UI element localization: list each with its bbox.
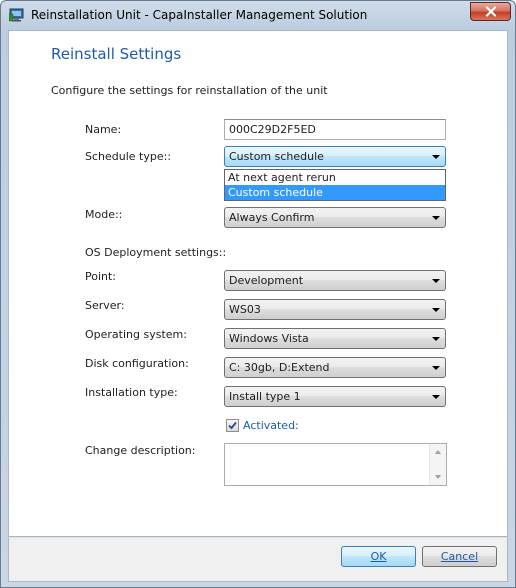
change-description-textarea[interactable]	[224, 443, 447, 486]
chevron-down-icon	[432, 155, 440, 159]
operating-system-value: Windows Vista	[229, 332, 309, 345]
title-bar[interactable]: Reinstallation Unit - CapaInstaller Mana…	[1, 1, 515, 29]
computer-icon	[9, 8, 24, 22]
ok-button[interactable]: OK	[341, 546, 416, 567]
server-label: Server:	[85, 299, 125, 312]
schedule-type-dropdown-list[interactable]: At next agent rerun Custom schedule	[224, 169, 446, 201]
disk-configuration-label: Disk configuration:	[85, 357, 189, 370]
window-title: Reinstallation Unit - CapaInstaller Mana…	[31, 8, 368, 22]
scroll-up-icon[interactable]	[435, 450, 441, 454]
operating-system-select[interactable]: Windows Vista	[224, 328, 446, 349]
activated-label[interactable]: Activated:	[243, 419, 299, 432]
mode-select[interactable]: Always Confirm	[224, 207, 446, 228]
name-label: Name:	[85, 123, 122, 136]
operating-system-label: Operating system:	[85, 328, 187, 341]
cancel-button[interactable]: Cancel	[422, 546, 497, 567]
schedule-type-label: Schedule type::	[85, 150, 172, 163]
close-icon	[485, 6, 496, 17]
dropdown-option-at-next-agent-rerun[interactable]: At next agent rerun	[225, 170, 445, 185]
close-button[interactable]	[470, 2, 511, 21]
scroll-down-icon[interactable]	[435, 475, 441, 479]
dialog-window: Reinstallation Unit - CapaInstaller Mana…	[0, 0, 516, 588]
page-subtitle: Configure the settings for reinstallatio…	[51, 84, 328, 97]
schedule-type-value: Custom schedule	[229, 150, 324, 163]
dialog-content: Reinstall Settings Configure the setting…	[8, 30, 508, 537]
mode-label: Mode::	[85, 208, 123, 221]
activated-checkbox[interactable]	[226, 419, 239, 432]
checkmark-icon	[228, 421, 237, 430]
server-select[interactable]: WS03	[224, 299, 446, 320]
point-label: Point:	[85, 270, 117, 283]
mode-value: Always Confirm	[229, 211, 315, 224]
installation-type-value: Install type 1	[229, 390, 301, 403]
installation-type-select[interactable]: Install type 1	[224, 386, 446, 407]
chevron-down-icon	[432, 337, 440, 341]
chevron-down-icon	[432, 279, 440, 283]
textarea-scrollbar[interactable]	[429, 444, 446, 485]
point-select[interactable]: Development	[224, 270, 446, 291]
page-title: Reinstall Settings	[51, 45, 182, 63]
installation-type-label: Installation type:	[85, 386, 178, 399]
dropdown-option-custom-schedule[interactable]: Custom schedule	[225, 185, 445, 200]
chevron-down-icon	[432, 366, 440, 370]
disk-configuration-value: C: 30gb, D:Extend	[229, 361, 330, 374]
disk-configuration-select[interactable]: C: 30gb, D:Extend	[224, 357, 446, 378]
name-input[interactable]: 000C29D2F5ED	[224, 119, 446, 140]
schedule-type-select[interactable]: Custom schedule	[224, 146, 446, 167]
chevron-down-icon	[432, 308, 440, 312]
os-deployment-section-label: OS Deployment settings::	[85, 246, 227, 259]
server-value: WS03	[229, 303, 261, 316]
button-bar: OK Cancel	[8, 537, 508, 582]
chevron-down-icon	[432, 395, 440, 399]
chevron-down-icon	[432, 216, 440, 220]
change-description-label: Change description:	[85, 444, 196, 457]
point-value: Development	[229, 274, 304, 287]
